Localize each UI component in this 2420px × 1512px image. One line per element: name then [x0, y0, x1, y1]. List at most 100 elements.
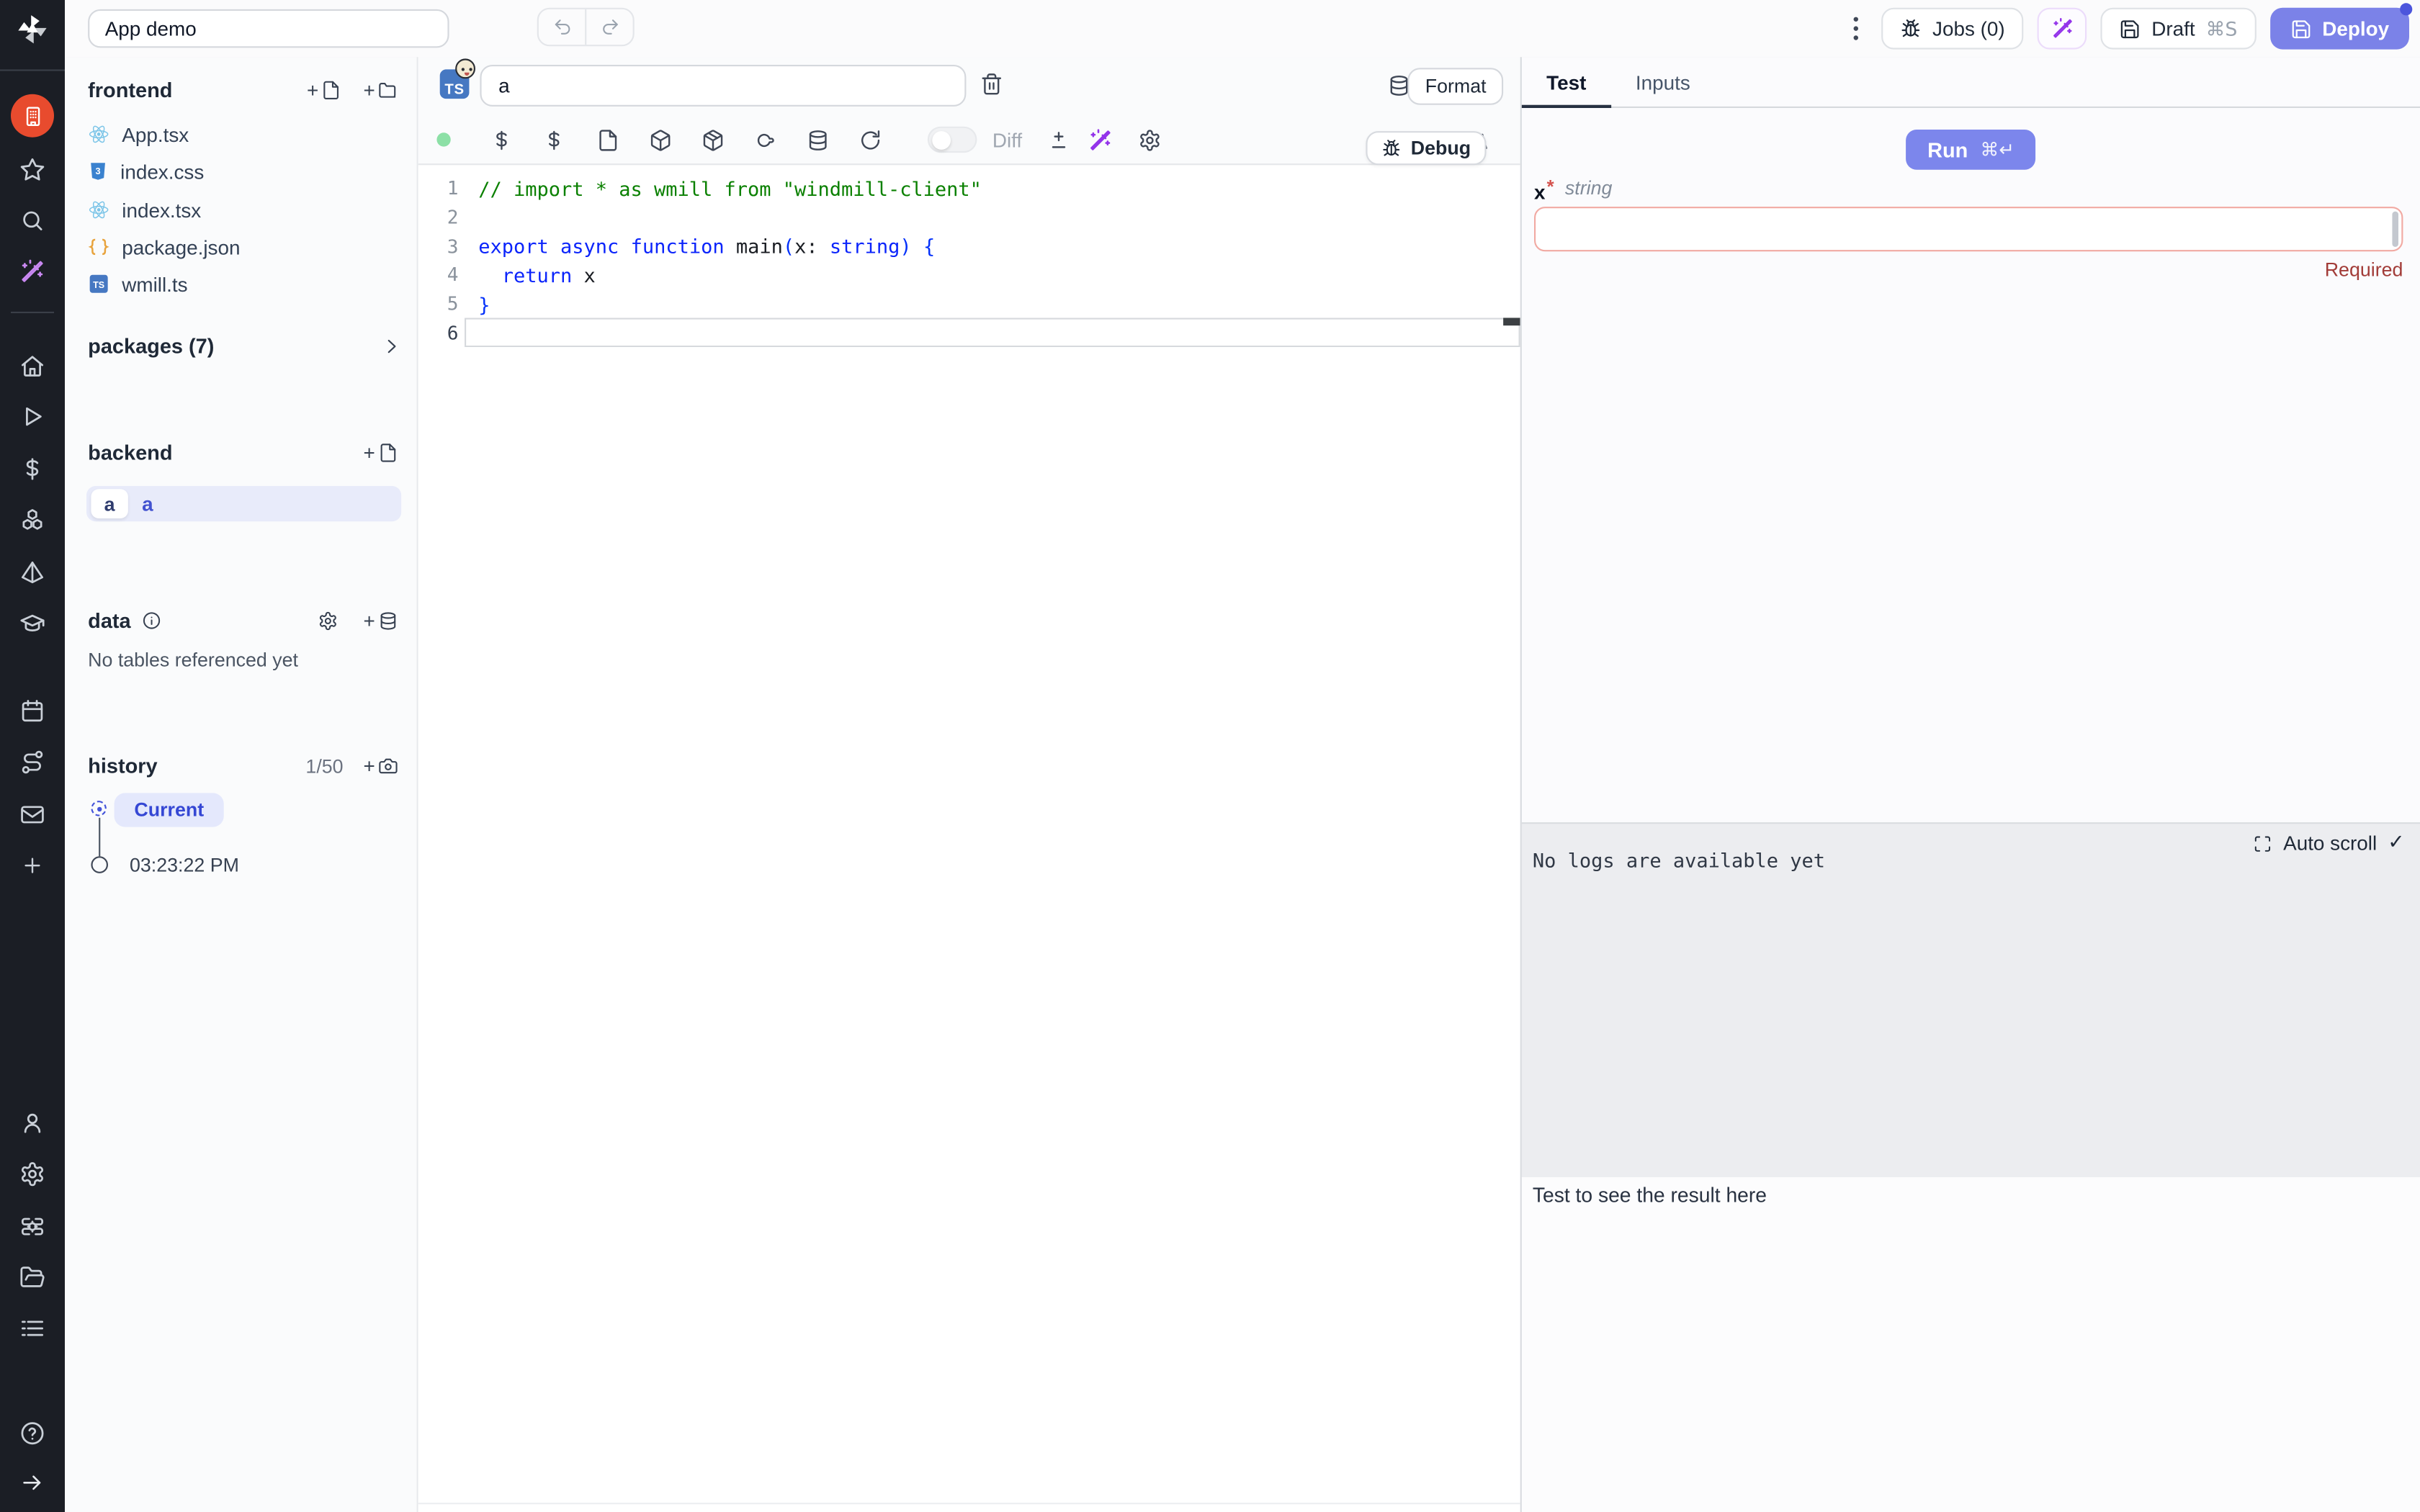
- history-timestamp[interactable]: 03:23:22 PM: [130, 855, 239, 876]
- plus-icon[interactable]: [21, 854, 44, 877]
- debug-button[interactable]: Debug: [1366, 131, 1487, 165]
- refresh-icon[interactable]: [859, 128, 882, 151]
- user-icon[interactable]: [19, 1110, 45, 1136]
- play-icon[interactable]: [19, 403, 45, 429]
- folder-icon: [378, 80, 398, 100]
- code-editor-column: TS Format: [418, 57, 1520, 1512]
- run-button[interactable]: Run ⌘↵: [1906, 130, 2036, 170]
- result-empty-text: Test to see the result here: [1533, 1184, 1767, 1207]
- boxes-icon[interactable]: [19, 507, 45, 533]
- editor-settings-gear-icon[interactable]: [1138, 128, 1161, 151]
- file-item-app-tsx[interactable]: App.tsx: [88, 116, 189, 153]
- package-open-icon[interactable]: [702, 128, 725, 151]
- file-item-package-json[interactable]: package.json: [88, 228, 240, 265]
- resources-dollar-icon[interactable]: [542, 128, 565, 151]
- icon-rail: [0, 0, 65, 1512]
- folder-open-icon[interactable]: [19, 1264, 45, 1290]
- home-icon[interactable]: [19, 353, 45, 379]
- delete-script-button[interactable]: [980, 73, 1003, 96]
- svg-text:3: 3: [96, 166, 101, 176]
- arrow-right-icon[interactable]: [20, 1470, 45, 1495]
- variables-dollar-icon[interactable]: [490, 128, 513, 151]
- diff-toggle[interactable]: [928, 127, 977, 153]
- list-icon[interactable]: [19, 1315, 45, 1341]
- backend-section-header: backend +: [88, 441, 398, 464]
- data-title: data: [88, 609, 130, 632]
- windmill-logo-icon[interactable]: [17, 14, 48, 45]
- undo-button[interactable]: [539, 9, 585, 45]
- code-line[interactable]: 5}: [418, 289, 1520, 318]
- editor-hscrollbar-track[interactable]: [418, 1503, 1520, 1504]
- autoscroll-label[interactable]: Auto scroll: [2283, 832, 2377, 855]
- code-line[interactable]: 1// import * as wmill from "windmill-cli…: [418, 174, 1520, 203]
- more-menu-icon[interactable]: [1845, 17, 1868, 40]
- cache-database-icon[interactable]: [807, 128, 830, 151]
- ai-wand-icon[interactable]: [19, 258, 45, 284]
- debug-label: Debug: [1411, 138, 1471, 159]
- draft-button[interactable]: Draft ⌘S: [2101, 8, 2257, 50]
- star-icon[interactable]: [19, 157, 45, 183]
- add-table-button[interactable]: +: [363, 609, 398, 632]
- add-snapshot-button[interactable]: +: [363, 755, 398, 778]
- input-scrollbar[interactable]: [2392, 212, 2398, 247]
- jobs-button[interactable]: Jobs (0): [1881, 8, 2023, 50]
- dollar-icon[interactable]: [19, 456, 45, 482]
- redo-button[interactable]: [585, 9, 632, 45]
- server-cog-icon[interactable]: [19, 1213, 45, 1239]
- help-circle-icon[interactable]: [19, 1420, 45, 1446]
- windmill-app-editor: Jobs (0) Draft ⌘S Deploy frontend +: [0, 0, 2420, 1512]
- ai-assistant-button[interactable]: [2038, 8, 2087, 50]
- calendar-icon[interactable]: [19, 698, 45, 724]
- file-item-index-tsx[interactable]: index.tsx: [88, 192, 201, 228]
- ts-icon: TS: [88, 273, 109, 294]
- field-x-input[interactable]: [1534, 207, 2403, 251]
- test-panel: Test Inputs Run ⌘↵ x* string Required Au…: [1520, 57, 2420, 1512]
- info-icon[interactable]: [142, 611, 161, 631]
- packages-row[interactable]: packages (7): [88, 335, 401, 358]
- graduation-cap-icon[interactable]: [19, 611, 45, 636]
- tab-test[interactable]: Test: [1522, 57, 1611, 107]
- format-button[interactable]: Format: [1408, 68, 1503, 104]
- ai-wand-icon[interactable]: [1088, 127, 1113, 152]
- file-icon[interactable]: [596, 128, 619, 151]
- file-item-index-css[interactable]: 3 index.css: [88, 153, 204, 189]
- history-current-pill[interactable]: Current: [115, 793, 224, 827]
- backend-script-row-selected[interactable]: a a: [86, 486, 401, 521]
- code-line[interactable]: 2: [418, 203, 1520, 232]
- rail-divider-mid: [11, 312, 54, 313]
- code-line[interactable]: 3export async function main(x: string) {: [418, 232, 1520, 261]
- bun-circle-icon[interactable]: [754, 128, 777, 151]
- react-icon: [88, 199, 109, 220]
- history-counter: 1/50: [305, 755, 343, 777]
- search-icon[interactable]: [19, 207, 45, 233]
- file-item-wmill-ts[interactable]: TS wmill.ts: [88, 266, 187, 302]
- data-settings-gear-icon[interactable]: [318, 611, 339, 631]
- tab-inputs[interactable]: Inputs: [1611, 57, 1715, 107]
- expand-icon[interactable]: [2254, 834, 2272, 852]
- script-name-input[interactable]: [480, 65, 966, 107]
- add-folder-button[interactable]: +: [363, 78, 398, 102]
- autoscroll-checkbox[interactable]: ✓: [2388, 832, 2404, 855]
- app-name-input[interactable]: [88, 9, 449, 48]
- mail-icon[interactable]: [19, 801, 45, 827]
- add-backend-script-button[interactable]: +: [363, 441, 398, 464]
- settings-gear-icon[interactable]: [19, 1161, 45, 1187]
- diff-plus-minus-icon[interactable]: [1047, 128, 1070, 151]
- topbar: Jobs (0) Draft ⌘S Deploy: [65, 0, 2420, 58]
- code-area[interactable]: 1// import * as wmill from "windmill-cli…: [418, 166, 1520, 1512]
- frontend-title: frontend: [88, 78, 172, 102]
- workspace-building-icon[interactable]: [11, 94, 54, 138]
- code-line[interactable]: 6: [465, 318, 1520, 347]
- cache-database-icon[interactable]: [1387, 74, 1410, 97]
- deploy-notification-dot: [2400, 3, 2412, 15]
- add-file-button[interactable]: +: [307, 78, 341, 102]
- code-line[interactable]: 4 return x: [418, 261, 1520, 289]
- package-icon[interactable]: [649, 128, 672, 151]
- history-section-header: history 1/50 +: [88, 755, 398, 778]
- route-icon[interactable]: [19, 749, 45, 775]
- deploy-button[interactable]: Deploy: [2269, 8, 2409, 50]
- data-empty-text: No tables referenced yet: [88, 649, 298, 671]
- pyramid-icon[interactable]: [19, 559, 45, 585]
- file-label: index.css: [120, 160, 204, 183]
- history-current-node: [91, 801, 106, 816]
